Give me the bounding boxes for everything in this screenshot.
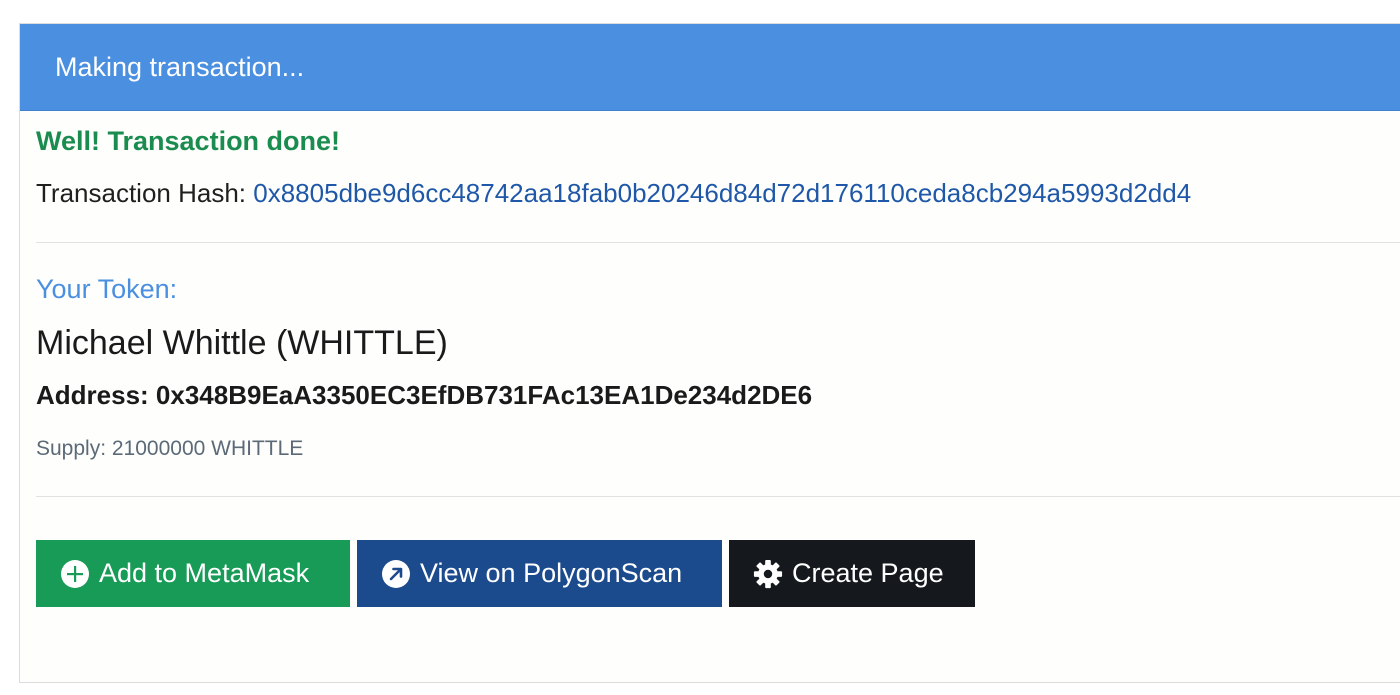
divider xyxy=(36,496,1400,497)
transaction-hash-link[interactable]: 0x8805dbe9d6cc48742aa18fab0b20246d84d72d… xyxy=(253,178,1191,208)
token-supply: Supply: 21000000 WHITTLE xyxy=(36,437,304,460)
add-to-metamask-button[interactable]: Add to MetaMask xyxy=(36,540,350,607)
transaction-status: Well! Transaction done! xyxy=(36,126,341,156)
external-link-icon xyxy=(381,559,411,589)
add-to-metamask-label: Add to MetaMask xyxy=(99,558,310,588)
transaction-hash-label: Transaction Hash: xyxy=(36,178,247,208)
divider xyxy=(36,242,1400,243)
action-buttons: Add to MetaMask View on PolygonScan Crea… xyxy=(36,540,975,607)
header-title: Making transaction... xyxy=(55,51,305,82)
plus-circle-icon xyxy=(60,559,90,589)
card-header: Making transaction... xyxy=(20,24,1400,111)
create-page-button[interactable]: Create Page xyxy=(729,540,975,607)
gear-icon xyxy=(753,559,783,589)
token-name: Michael Whittle (WHITTLE) xyxy=(36,324,448,362)
token-address: Address: 0x348B9EaA3350EC3EfDB731FAc13EA… xyxy=(36,380,813,410)
transaction-hash-row: Transaction Hash: 0x8805dbe9d6cc48742aa1… xyxy=(36,178,1191,209)
view-on-polygonscan-button[interactable]: View on PolygonScan xyxy=(357,540,722,607)
token-heading: Your Token: xyxy=(36,274,178,304)
create-page-label: Create Page xyxy=(792,558,944,588)
view-on-polygonscan-label: View on PolygonScan xyxy=(420,558,683,588)
